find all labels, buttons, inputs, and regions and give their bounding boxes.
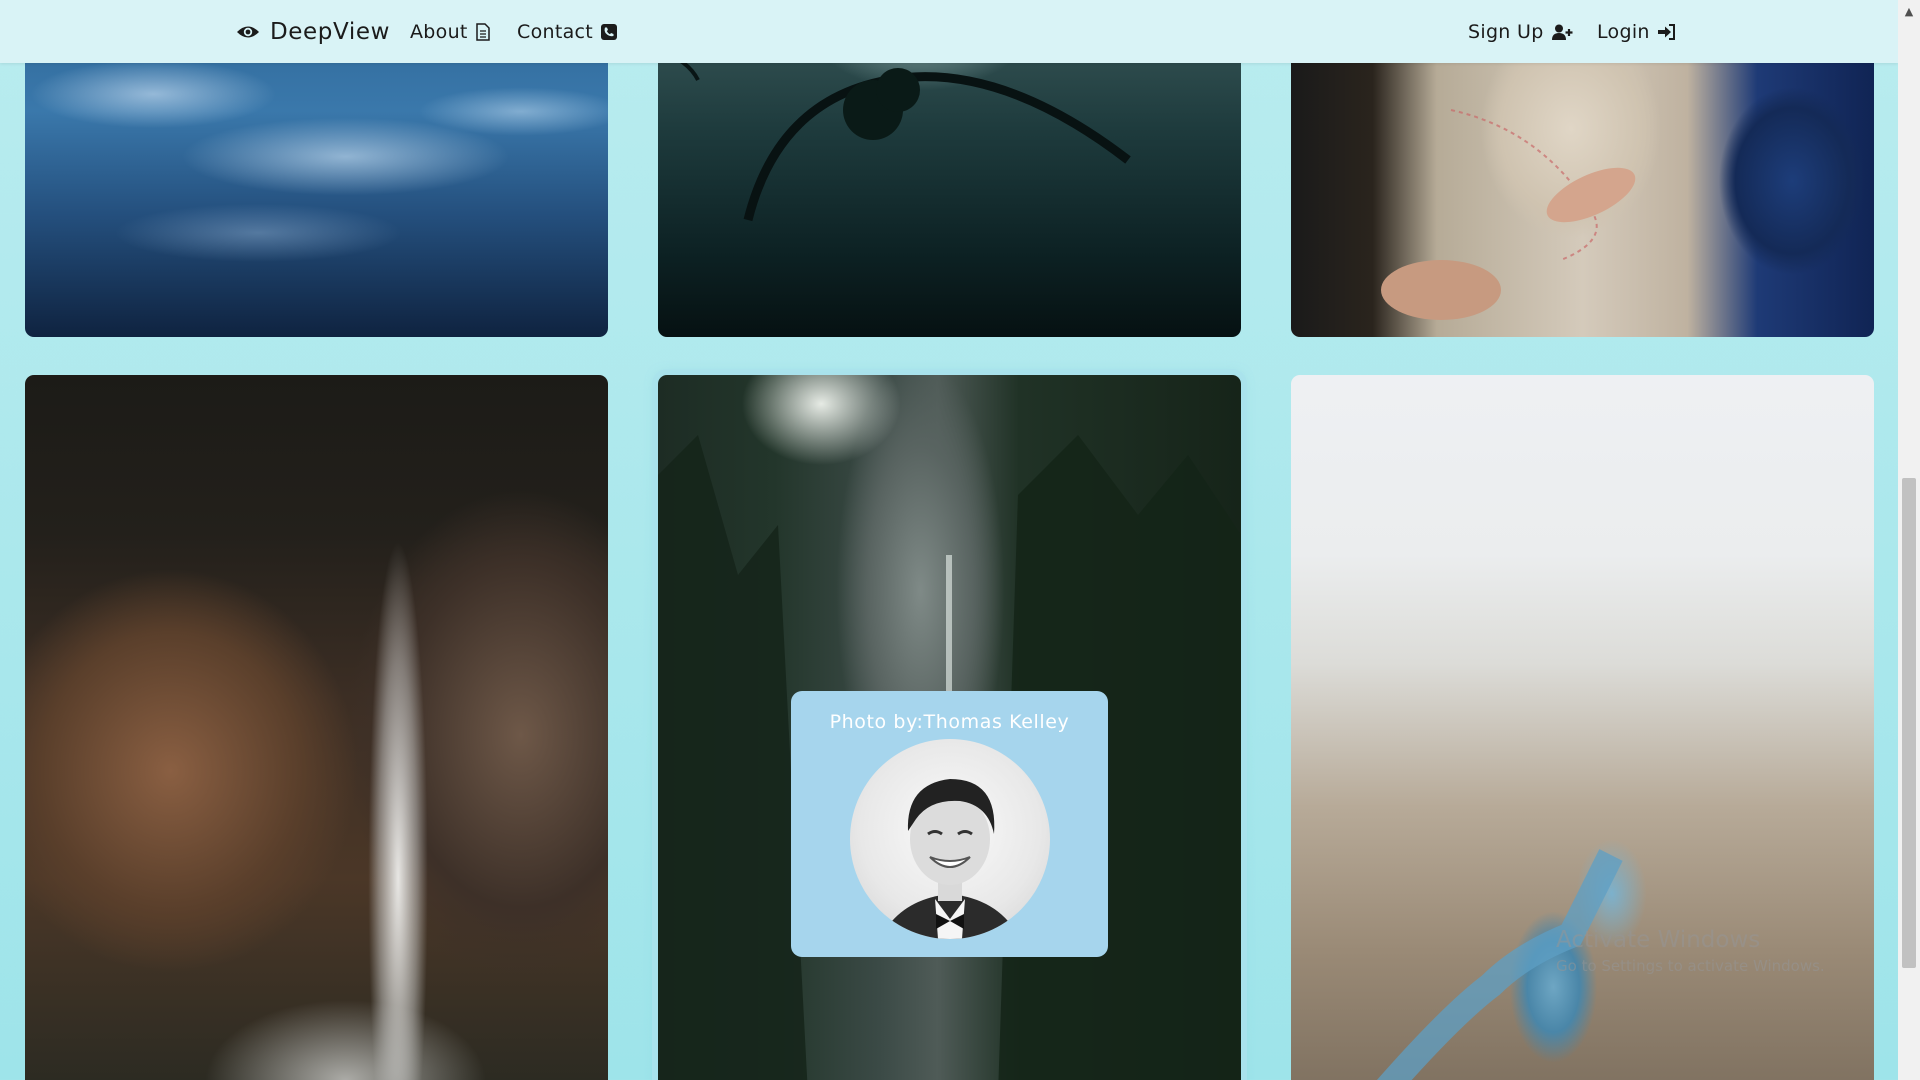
brand-name: DeepView (270, 18, 390, 45)
sign-in-icon (1657, 23, 1676, 40)
nav-signup-link[interactable]: Sign Up (1468, 0, 1574, 63)
nav-contact-link[interactable]: Contact (517, 0, 618, 63)
nav-contact-label: Contact (517, 20, 594, 43)
phone-icon (601, 23, 618, 40)
eye-icon (236, 24, 260, 40)
nav-about-link[interactable]: About (410, 0, 490, 63)
photo-waterfall-cliff (25, 375, 608, 1080)
nav-login-label: Login (1597, 20, 1650, 43)
nav-signup-label: Sign Up (1468, 20, 1544, 43)
photo-card-canyon[interactable] (1291, 375, 1874, 1080)
page-scrollbar[interactable]: ▲ (1898, 0, 1920, 1080)
document-icon (475, 22, 490, 41)
photographer-overlay[interactable]: Photo by:Thomas Kelley (791, 691, 1108, 957)
user-plus-icon (1551, 24, 1574, 40)
photo-card-waterfall[interactable] (25, 375, 608, 1080)
brand-link[interactable]: DeepView (236, 0, 390, 63)
nav-about-label: About (410, 20, 468, 43)
photographer-avatar (850, 739, 1050, 939)
photo-canyon-river (1291, 375, 1874, 1080)
photographer-caption: Photo by:Thomas Kelley (829, 711, 1070, 733)
scroll-up-arrow-icon[interactable]: ▲ (1898, 0, 1920, 22)
nav-login-link[interactable]: Login (1597, 0, 1676, 63)
scrollbar-thumb[interactable] (1902, 478, 1916, 968)
navbar: DeepView About Contact Sign Up Login (0, 0, 1898, 63)
